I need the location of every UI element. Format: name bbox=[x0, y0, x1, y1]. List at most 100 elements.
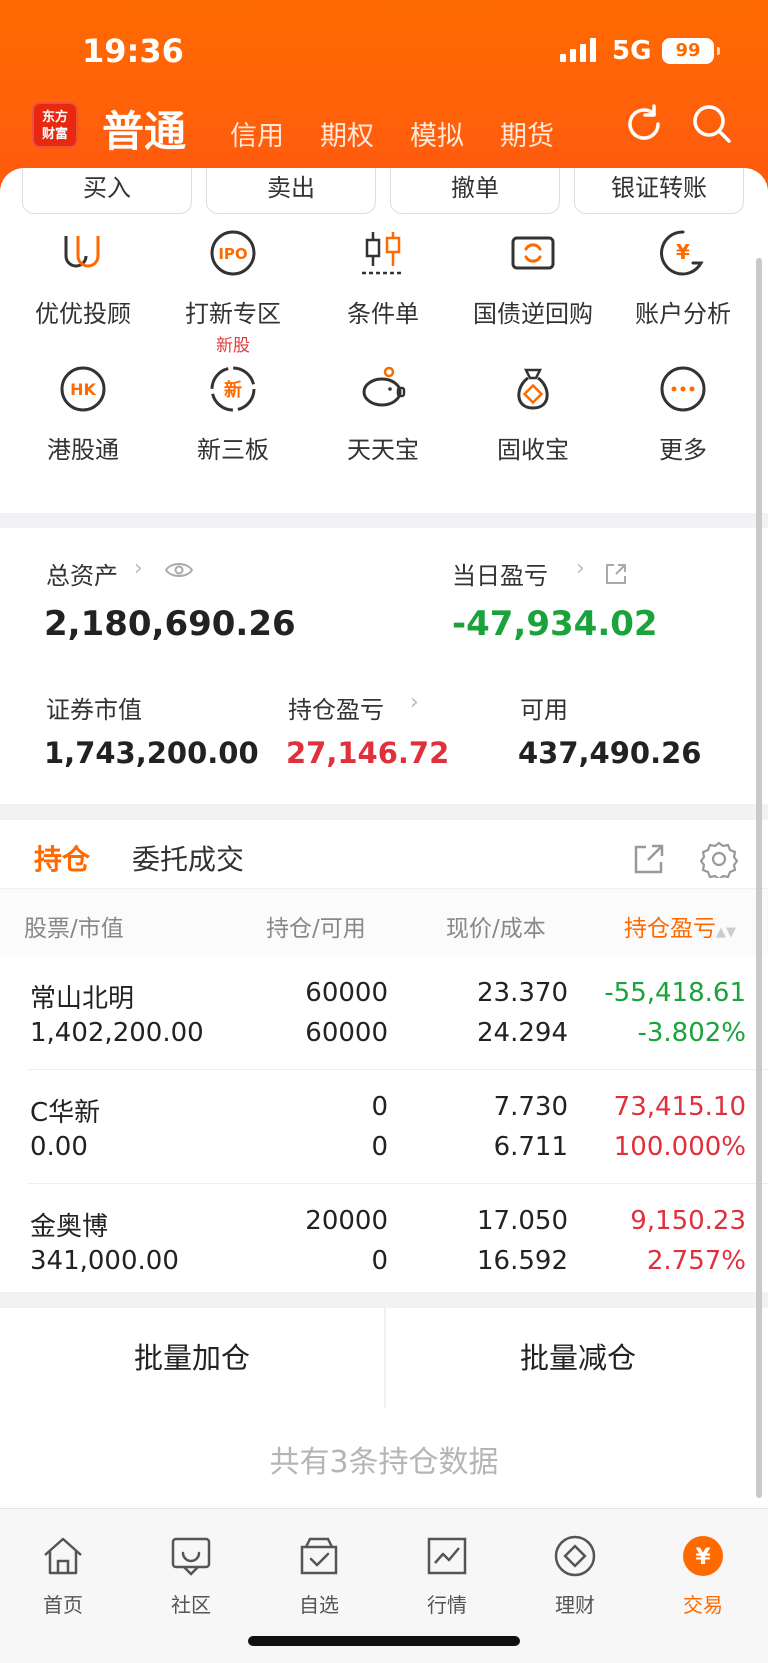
scrollbar[interactable] bbox=[756, 258, 762, 1498]
tab-simulation[interactable]: 模拟 bbox=[410, 114, 464, 153]
money-bag-icon bbox=[517, 368, 549, 410]
tab-community[interactable]: 社区 bbox=[146, 1533, 236, 1618]
header-position: 持仓/可用 bbox=[266, 916, 366, 942]
wealth-icon bbox=[554, 1535, 596, 1577]
holdings-count-text: 共有3条持仓数据 bbox=[0, 1408, 768, 1508]
grid-label: 新三板 bbox=[197, 436, 269, 464]
stock-pnl-percent: 2.757% bbox=[646, 1246, 746, 1276]
stock-pnl: 73,415.10 bbox=[613, 1092, 746, 1122]
grid-label: 港股通 bbox=[47, 436, 119, 464]
external-link-icon[interactable] bbox=[604, 562, 628, 586]
bank-transfer-button[interactable]: 银证转账 bbox=[574, 168, 744, 214]
position-pnl-label[interactable]: 持仓盈亏 bbox=[288, 690, 384, 725]
batch-actions: 批量加仓 批量减仓 bbox=[0, 1308, 768, 1408]
more-icon bbox=[660, 366, 706, 412]
tab-home[interactable]: 首页 bbox=[18, 1533, 108, 1618]
status-time: 19:36 bbox=[82, 32, 184, 70]
stock-position: 0 bbox=[371, 1092, 388, 1122]
home-indicator bbox=[248, 1636, 520, 1646]
tab-market[interactable]: 行情 bbox=[402, 1533, 492, 1618]
stock-price: 23.370 bbox=[477, 978, 568, 1008]
stock-name: C华新 bbox=[30, 1098, 101, 1128]
stock-available: 0 bbox=[371, 1246, 388, 1276]
tab-label: 理财 bbox=[555, 1593, 595, 1617]
grid-label: 账户分析 bbox=[635, 300, 731, 328]
trade-icon: ¥ bbox=[683, 1536, 723, 1576]
search-icon[interactable] bbox=[690, 102, 734, 146]
grid-item-guishoubao[interactable]: 固收宝 bbox=[458, 364, 608, 465]
cancel-order-button[interactable]: 撤单 bbox=[390, 168, 560, 214]
header-pnl-sort[interactable]: 持仓盈亏▲▼ bbox=[624, 909, 736, 943]
grid-label: 打新专区 bbox=[185, 300, 281, 328]
grid-label: 优优投顾 bbox=[35, 300, 131, 328]
stock-pnl-percent: -3.802% bbox=[637, 1018, 746, 1048]
tab-label: 行情 bbox=[427, 1593, 467, 1617]
stock-market-value: 1,402,200.00 bbox=[30, 1018, 204, 1048]
table-row[interactable]: 金奥博 341,000.00 20000 0 17.050 16.592 9,1… bbox=[0, 1184, 768, 1298]
settings-gear-icon[interactable] bbox=[700, 840, 738, 878]
tab-label: 交易 bbox=[683, 1593, 723, 1617]
refresh-icon[interactable] bbox=[622, 102, 666, 146]
stock-available: 60000 bbox=[305, 1018, 388, 1048]
grid-item-tiantianbao[interactable]: 天天宝 bbox=[308, 364, 458, 465]
daily-pnl-value: -47,934.02 bbox=[452, 604, 658, 644]
home-icon bbox=[44, 1537, 82, 1575]
tab-positions[interactable]: 持仓 bbox=[34, 838, 90, 878]
chevron-right-icon: › bbox=[410, 690, 419, 715]
grid-item-uu-advisor[interactable]: 优优投顾 bbox=[8, 228, 158, 329]
watchlist-icon bbox=[300, 1537, 338, 1575]
chevron-right-icon: › bbox=[576, 556, 585, 581]
community-icon bbox=[171, 1537, 211, 1576]
asset-summary: 总资产 › 2,180,690.26 当日盈亏 › -47,934.02 证券市… bbox=[0, 528, 768, 804]
trade-button-row: 买入 卖出 撤单 银证转账 bbox=[22, 168, 746, 214]
grid-label: 天天宝 bbox=[347, 436, 419, 464]
tab-futures[interactable]: 期货 bbox=[500, 114, 554, 153]
grid-item-ipo[interactable]: IPO 打新专区 新股 bbox=[158, 228, 308, 356]
stock-name: 金奥博 bbox=[30, 1212, 109, 1242]
available-value: 437,490.26 bbox=[518, 736, 702, 770]
stock-market-value: 0.00 bbox=[30, 1132, 88, 1162]
stock-price: 7.730 bbox=[493, 1092, 568, 1122]
share-icon[interactable] bbox=[632, 842, 666, 876]
new-stock-badge: 新股 bbox=[216, 336, 250, 356]
daily-pnl-label[interactable]: 当日盈亏 bbox=[452, 556, 548, 591]
holdings-table-header: 股票/市值 持仓/可用 现价/成本 持仓盈亏▲▼ bbox=[0, 888, 768, 956]
buy-button[interactable]: 买入 bbox=[22, 168, 192, 214]
tab-wealth[interactable]: 理财 bbox=[530, 1533, 620, 1618]
battery-icon: 99 bbox=[662, 38, 720, 64]
tab-orders-trades[interactable]: 委托成交 bbox=[132, 838, 244, 878]
table-row[interactable]: C华新 0.00 0 0 7.730 6.711 73,415.10 100.0… bbox=[0, 1070, 768, 1184]
grid-label: 国债逆回购 bbox=[473, 300, 593, 328]
grid-item-account-analysis[interactable]: ¥ 账户分析 bbox=[608, 228, 758, 329]
grid-item-bond-repo[interactable]: 国债逆回购 bbox=[458, 228, 608, 329]
stock-price: 17.050 bbox=[477, 1206, 568, 1236]
status-bar: 19:36 5G 99 bbox=[0, 0, 768, 96]
chevron-right-icon: › bbox=[134, 556, 143, 581]
grid-label: 更多 bbox=[659, 436, 707, 464]
stock-available: 0 bbox=[371, 1132, 388, 1162]
grid-item-new-third-board[interactable]: 新 新三板 bbox=[158, 364, 308, 465]
account-type-nav: 东方 财富 普通 信用 期权 模拟 期货 bbox=[0, 96, 768, 166]
eye-icon[interactable] bbox=[164, 560, 194, 580]
tab-normal[interactable]: 普通 bbox=[102, 98, 186, 159]
market-value: 1,743,200.00 bbox=[44, 736, 259, 770]
grid-item-conditional-order[interactable]: 条件单 bbox=[308, 228, 458, 329]
sell-button[interactable]: 卖出 bbox=[206, 168, 376, 214]
total-assets-label[interactable]: 总资产 bbox=[46, 556, 118, 591]
quick-actions-panel: 买入 卖出 撤单 银证转账 优优投顾 IPO 打新专区 新股 条件单 国债逆回购… bbox=[0, 168, 768, 513]
table-row[interactable]: 常山北明 1,402,200.00 60000 60000 23.370 24.… bbox=[0, 956, 768, 1070]
batch-add-button[interactable]: 批量加仓 bbox=[0, 1308, 384, 1408]
tab-watchlist[interactable]: 自选 bbox=[274, 1533, 364, 1618]
grid-item-more[interactable]: 更多 bbox=[608, 364, 758, 465]
market-value-label: 证券市值 bbox=[46, 696, 142, 724]
tab-trade[interactable]: ¥ 交易 bbox=[658, 1533, 748, 1618]
batch-reduce-button[interactable]: 批量减仓 bbox=[386, 1308, 768, 1408]
new-third-board-icon: 新 bbox=[210, 366, 256, 412]
tab-options[interactable]: 期权 bbox=[320, 114, 374, 153]
network-type: 5G bbox=[612, 36, 652, 66]
stock-pnl-percent: 100.000% bbox=[613, 1132, 746, 1162]
grid-item-hk-connect[interactable]: HK 港股通 bbox=[8, 364, 158, 465]
tab-credit[interactable]: 信用 bbox=[230, 114, 284, 153]
stock-cost: 24.294 bbox=[477, 1018, 568, 1048]
header-price: 现价/成本 bbox=[446, 916, 546, 942]
